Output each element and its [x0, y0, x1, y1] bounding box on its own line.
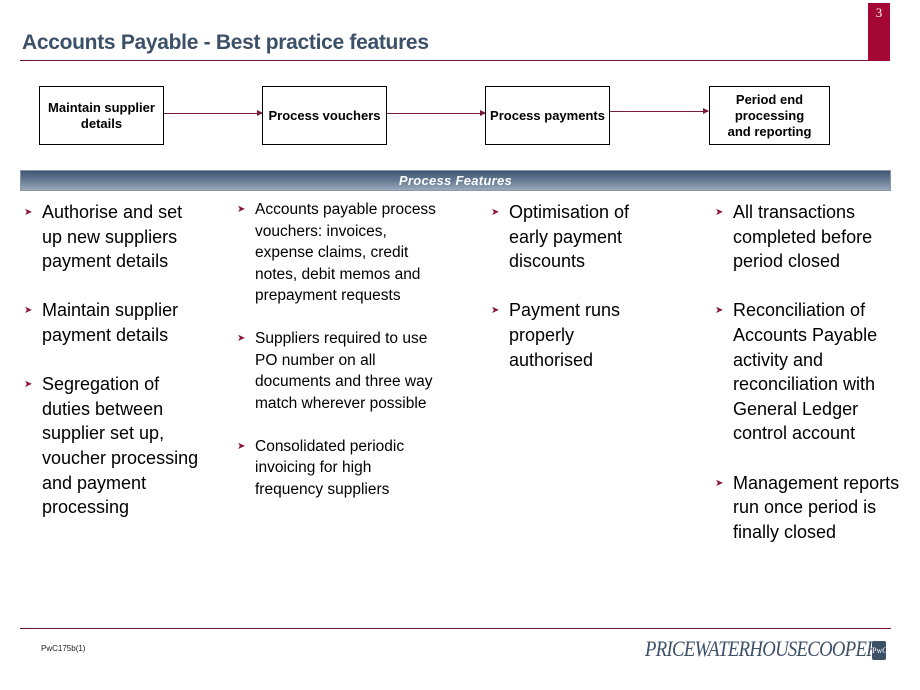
feature-column-supplier-details: ➤ Authorise and set up new suppliers paym…	[22, 200, 207, 544]
step-label: Process payments	[490, 107, 605, 123]
arrowhead-bullet-icon: ➤	[715, 207, 724, 218]
page-number-tab: 3	[868, 3, 890, 61]
pwc-logo-mark-icon: PwC	[872, 641, 888, 660]
arrowhead-bullet-icon: ➤	[491, 207, 500, 218]
footer-document-code: PwC175b(1)	[41, 644, 86, 653]
arrowhead-bullet-icon: ➤	[24, 207, 33, 218]
feature-item: ➤ Maintain supplier payment details	[24, 300, 179, 345]
process-features-label: Process Features	[398, 173, 513, 188]
feature-item: ➤ Suppliers required to use PO number on …	[237, 330, 433, 412]
feature-item: ➤ Consolidated periodic invoicing for hig…	[237, 437, 405, 498]
arrowhead-bullet-icon: ➤	[24, 379, 33, 391]
feature-item: ➤ Segregation of duties between supplier …	[24, 374, 199, 518]
title-divider	[20, 60, 868, 61]
arrowhead-bullet-icon: ➤	[491, 305, 500, 317]
step-label: Maintain supplier details	[48, 99, 155, 131]
arrowhead-bullet-icon: ➤	[715, 305, 724, 317]
feature-item: ➤ Payment runs properly authorised	[491, 300, 621, 370]
feature-item: ➤ All transactions completed before perio…	[715, 202, 873, 272]
step-process-vouchers: Process vouchers	[262, 86, 387, 145]
flow-arrow	[610, 108, 709, 114]
feature-item: ➤ Accounts payable process vouchers: invo…	[237, 201, 436, 304]
step-label: Process vouchers	[268, 107, 381, 123]
arrowhead-bullet-icon: ➤	[715, 477, 724, 489]
step-label: Period end processing and reporting	[727, 91, 812, 139]
step-period-end-processing: Period end processing and reporting	[709, 86, 830, 145]
arrowhead-bullet-icon: ➤	[237, 440, 246, 452]
feature-item: ➤ Reconciliation of Accounts Payable acti…	[715, 300, 878, 444]
footer-divider	[20, 628, 891, 629]
feature-item: ➤ Optimisation of early payment discounts	[491, 202, 630, 272]
feature-item: ➤ Management reports run once period is f…	[715, 472, 900, 542]
feature-column-payments: ➤ Optimisation of early payment discounts…	[489, 200, 659, 397]
feature-column-vouchers: ➤ Accounts payable process vouchers: invo…	[235, 199, 440, 522]
arrowhead-bullet-icon: ➤	[237, 204, 246, 215]
page-title: Accounts Payable - Best practice feature…	[22, 31, 429, 54]
pwc-logo-wordmark: PRICEWATERHOUSECOOPERS	[645, 636, 886, 661]
page-number: 3	[875, 5, 883, 20]
step-process-payments: Process payments	[485, 86, 610, 145]
process-features-header: Process Features	[20, 170, 891, 191]
feature-item: ➤ Authorise and set up new suppliers paym…	[24, 202, 183, 272]
feature-column-period-end: ➤ All transactions completed before perio…	[713, 200, 903, 569]
flow-arrow	[387, 110, 486, 116]
flow-arrow	[164, 110, 263, 116]
arrowhead-bullet-icon: ➤	[237, 333, 246, 344]
step-maintain-supplier-details: Maintain supplier details	[39, 86, 164, 145]
arrowhead-bullet-icon: ➤	[24, 305, 33, 317]
